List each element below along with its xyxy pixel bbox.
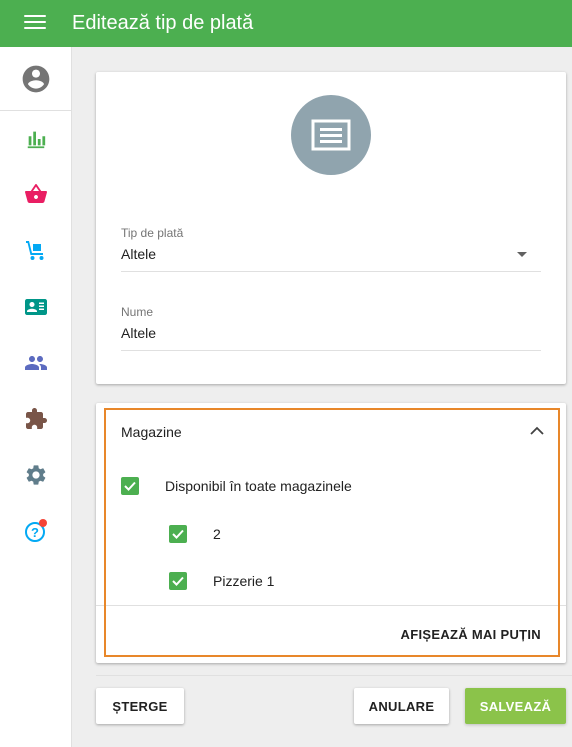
name-value[interactable]: Altele: [121, 324, 541, 342]
help-icon: ?: [25, 519, 47, 542]
svg-text:?: ?: [31, 525, 39, 540]
sidebar-item-reports[interactable]: [0, 119, 72, 159]
sidebar-item-customers[interactable]: [0, 343, 72, 383]
sidebar-item-integrations[interactable]: [0, 399, 72, 439]
menu-icon[interactable]: [24, 15, 46, 33]
store-checkbox-row[interactable]: 2: [169, 525, 221, 543]
all-stores-label: Disponibil în toate magazinele: [165, 478, 352, 494]
account-circle-icon[interactable]: [20, 63, 52, 95]
sidebar: ?: [0, 47, 72, 747]
store-checkbox[interactable]: [169, 525, 187, 543]
dropdown-arrow-icon[interactable]: [517, 252, 527, 257]
sidebar-profile[interactable]: [0, 47, 71, 111]
contact-card-icon: [25, 299, 47, 315]
name-underline: [121, 350, 541, 351]
name-field[interactable]: Nume Altele: [121, 305, 541, 351]
shopping-basket-icon: [25, 184, 47, 203]
payment-type-underline: [121, 271, 541, 272]
store-checkbox-row[interactable]: Pizzerie 1: [169, 572, 274, 590]
sidebar-item-inventory[interactable]: [0, 230, 72, 270]
all-stores-checkbox[interactable]: [121, 477, 139, 495]
cancel-button[interactable]: ANULARE: [354, 688, 449, 724]
stores-card: Magazine Disponibil în toate magazinele …: [96, 403, 566, 663]
save-button[interactable]: SALVEAZĂ: [465, 688, 566, 724]
app-bar: Editează tip de plată: [0, 0, 572, 47]
settings-icon: [26, 465, 46, 485]
show-less-button[interactable]: AFIȘEAZĂ MAI PUȚIN: [401, 627, 541, 642]
name-label: Nume: [121, 305, 154, 319]
footer-divider: [96, 675, 572, 676]
receipt-icon: [311, 119, 351, 151]
check-icon: [172, 576, 184, 586]
chevron-up-icon[interactable]: [530, 426, 544, 436]
bar-chart-icon: [27, 131, 46, 149]
payment-type-label: Tip de plată: [121, 226, 184, 240]
payment-type-field[interactable]: Tip de plată Altele: [121, 226, 541, 272]
stores-divider: [96, 605, 566, 606]
check-icon: [172, 529, 184, 539]
stores-title: Magazine: [121, 424, 182, 440]
hand-truck-icon: [26, 241, 44, 260]
delete-button[interactable]: ȘTERGE: [96, 688, 184, 724]
page-title: Editează tip de plată: [72, 12, 254, 34]
sidebar-item-help[interactable]: ?: [0, 511, 72, 551]
payment-type-card: Tip de plată Altele Nume Altele: [96, 72, 566, 384]
sidebar-item-sales[interactable]: [0, 174, 72, 214]
extension-icon: [26, 408, 47, 429]
sidebar-item-settings[interactable]: [0, 455, 72, 495]
check-icon: [124, 481, 136, 491]
payment-type-value[interactable]: Altele: [121, 245, 541, 263]
store-checkbox[interactable]: [169, 572, 187, 590]
store-label: 2: [213, 526, 221, 542]
sidebar-item-employees[interactable]: [0, 287, 72, 327]
payment-avatar: [291, 95, 371, 175]
people-icon: [25, 356, 47, 370]
store-label: Pizzerie 1: [213, 573, 275, 589]
all-stores-checkbox-row[interactable]: Disponibil în toate magazinele: [121, 477, 352, 495]
